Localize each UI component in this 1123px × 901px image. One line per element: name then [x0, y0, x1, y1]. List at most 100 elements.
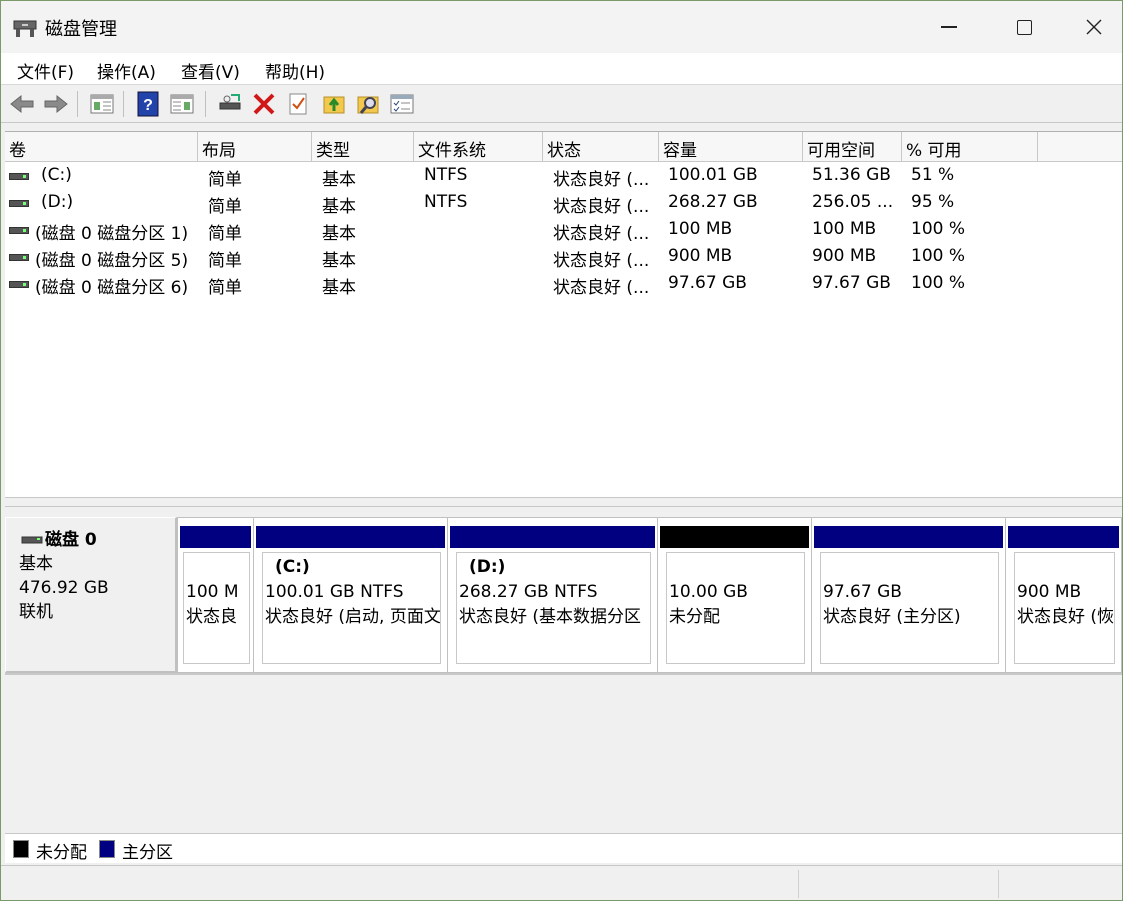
cell-layout: 简单 — [208, 251, 242, 271]
toolbar-separator — [123, 91, 124, 117]
column-header-type[interactable]: 类型 — [312, 132, 414, 162]
column-header-status[interactable]: 状态 — [543, 132, 659, 162]
svg-text:?: ? — [143, 97, 153, 114]
maximize-button[interactable] — [989, 1, 1059, 53]
legend-swatch-unallocated — [13, 840, 29, 858]
toolbar-separator — [77, 91, 78, 117]
column-header-percent-free[interactable]: % 可用 — [902, 132, 1038, 162]
legend-label-primary: 主分区 — [122, 843, 173, 863]
console-tree-icon[interactable] — [89, 91, 115, 117]
partition-body: 100 M 状态良 — [183, 552, 250, 664]
status-divider — [798, 870, 799, 898]
partition-color-bar — [1008, 526, 1119, 548]
cell-layout: 简单 — [208, 278, 242, 298]
partition-name: (D:) — [469, 557, 506, 577]
search-folder-icon[interactable] — [355, 91, 381, 117]
disk-management-app-icon — [13, 20, 37, 37]
partition-status: 状态良好 (主分区) — [823, 607, 961, 627]
cell-capacity: 900 MB — [668, 246, 733, 266]
column-header-filesystem[interactable]: 文件系统 — [414, 132, 543, 162]
minimize-button[interactable] — [914, 1, 984, 53]
partition-name: (C:) — [275, 557, 310, 577]
partition-size: 268.27 GB NTFS — [459, 582, 598, 602]
help-icon[interactable]: ? — [135, 91, 161, 117]
menu-help[interactable]: 帮助(H) — [265, 58, 325, 83]
disk-name: 磁盘 0 — [19, 528, 175, 552]
pane-splitter[interactable] — [5, 497, 1122, 507]
cell-capacity: 100 MB — [668, 219, 733, 239]
disk-graphical-view: 磁盘 0 基本 476.92 GB 联机 100 M 状态良 (C:) 100.… — [5, 509, 1122, 833]
cell-volume: (磁盘 0 磁盘分区 1) — [35, 224, 189, 244]
partition-block[interactable]: (C:) 100.01 GB NTFS 状态良好 (启动, 页面文 — [254, 518, 448, 672]
menu-file[interactable]: 文件(F) — [17, 58, 74, 83]
cell-volume: (D:) — [41, 192, 74, 212]
cell-layout: 简单 — [208, 197, 242, 217]
maximize-icon — [1016, 19, 1032, 35]
partition-block[interactable]: 900 MB 状态良好 (恢 — [1006, 518, 1121, 672]
minimize-icon — [941, 26, 957, 28]
properties-icon[interactable] — [389, 91, 415, 117]
partition-size: 10.00 GB — [669, 582, 748, 602]
status-bar — [1, 865, 1122, 900]
forward-icon[interactable] — [43, 91, 69, 117]
table-row[interactable]: (磁盘 0 磁盘分区 6) 简单 基本 状态良好 (... 97.67 GB 9… — [5, 271, 1122, 298]
legend-label-unallocated: 未分配 — [36, 843, 87, 863]
close-button[interactable] — [1059, 1, 1122, 53]
check-icon[interactable] — [285, 91, 311, 117]
partition-color-bar — [180, 526, 251, 548]
delete-icon[interactable] — [251, 91, 277, 117]
cell-type: 基本 — [322, 278, 356, 298]
column-header-volume[interactable]: 卷 — [5, 132, 198, 162]
partition-color-bar — [660, 526, 809, 548]
partition-size: 100.01 GB NTFS — [265, 582, 404, 602]
show-hide-icon[interactable] — [169, 91, 195, 117]
cell-type: 基本 — [322, 224, 356, 244]
partition-block[interactable]: 10.00 GB 未分配 — [658, 518, 812, 672]
cell-free-space: 256.05 ... — [812, 192, 894, 212]
cell-status: 状态良好 (... — [553, 197, 650, 217]
table-row[interactable]: (D:) 简单 基本 NTFS 状态良好 (... 268.27 GB 256.… — [5, 190, 1122, 217]
up-folder-icon[interactable] — [321, 91, 347, 117]
back-icon[interactable] — [9, 91, 35, 117]
table-row[interactable]: (磁盘 0 磁盘分区 1) 简单 基本 状态良好 (... 100 MB 100… — [5, 217, 1122, 244]
menu-action[interactable]: 操作(A) — [97, 58, 156, 83]
cell-free-space: 900 MB — [812, 246, 877, 266]
volume-icon — [9, 281, 29, 288]
disk-size: 476.92 GB — [19, 578, 109, 598]
column-header-capacity[interactable]: 容量 — [659, 132, 803, 162]
cell-percent-free: 100 % — [911, 219, 966, 239]
connect-disk-icon[interactable] — [217, 91, 243, 117]
column-header-layout[interactable]: 布局 — [198, 132, 312, 162]
cell-filesystem: NTFS — [424, 192, 468, 212]
menu-view[interactable]: 查看(V) — [181, 58, 240, 83]
partition-size: 900 MB — [1017, 582, 1082, 602]
divider — [5, 673, 1122, 675]
partition-body: 10.00 GB 未分配 — [666, 552, 805, 664]
disk-state: 联机 — [19, 602, 53, 622]
column-header-free-space[interactable]: 可用空间 — [803, 132, 902, 162]
partition-status: 未分配 — [669, 607, 720, 627]
partition-block[interactable]: 97.67 GB 状态良好 (主分区) — [812, 518, 1006, 672]
partition-block[interactable]: 100 M 状态良 — [178, 518, 254, 672]
disk-management-window: 磁盘管理 文件(F) 操作(A) 查看(V) 帮助(H) ? 卷 布局 类型 文… — [0, 0, 1123, 901]
cell-capacity: 97.67 GB — [668, 273, 747, 293]
cell-type: 基本 — [322, 197, 356, 217]
partition-body: (D:) 268.27 GB NTFS 状态良好 (基本数据分区 — [456, 552, 651, 664]
cell-type: 基本 — [322, 251, 356, 271]
cell-status: 状态良好 (... — [553, 251, 650, 271]
volume-icon — [9, 254, 29, 261]
partition-size: 97.67 GB — [823, 582, 902, 602]
table-row[interactable]: (磁盘 0 磁盘分区 5) 简单 基本 状态良好 (... 900 MB 900… — [5, 244, 1122, 271]
partition-block[interactable]: (D:) 268.27 GB NTFS 状态良好 (基本数据分区 — [448, 518, 658, 672]
cell-volume: (C:) — [41, 165, 72, 185]
cell-type: 基本 — [322, 170, 356, 190]
table-row[interactable]: (C:) 简单 基本 NTFS 状态良好 (... 100.01 GB 51.3… — [5, 163, 1122, 190]
cell-status: 状态良好 (... — [553, 224, 650, 244]
partition-size: 100 M — [186, 582, 239, 602]
partition-color-bar — [256, 526, 445, 548]
partition-strip: 100 M 状态良 (C:) 100.01 GB NTFS 状态良好 (启动, … — [177, 517, 1122, 673]
close-icon — [1086, 19, 1102, 35]
title-bar: 磁盘管理 — [1, 1, 1122, 53]
disk-label-panel[interactable]: 磁盘 0 基本 476.92 GB 联机 — [5, 517, 177, 673]
cell-free-space: 97.67 GB — [812, 273, 891, 293]
